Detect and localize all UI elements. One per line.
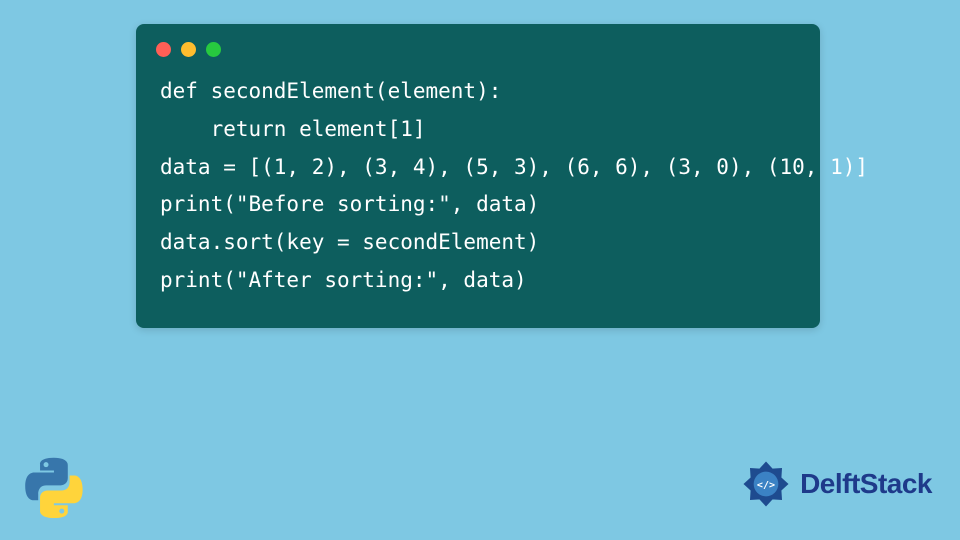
brand-name: DelftStack [800,468,932,500]
code-editor-window: def secondElement(element): return eleme… [136,24,820,328]
window-controls [136,24,820,67]
code-line: data = [(1, 2), (3, 4), (5, 3), (6, 6), … [160,149,796,187]
code-content: def secondElement(element): return eleme… [136,67,820,300]
code-line: return element[1] [160,111,796,149]
python-logo-icon [22,456,86,520]
code-line: print("Before sorting:", data) [160,186,796,224]
delftstack-logo: </> DelftStack [738,456,932,512]
svg-text:</>: </> [757,480,775,491]
delftstack-badge-icon: </> [738,456,794,512]
code-line: print("After sorting:", data) [160,262,796,300]
maximize-icon[interactable] [206,42,221,57]
minimize-icon[interactable] [181,42,196,57]
code-line: data.sort(key = secondElement) [160,224,796,262]
close-icon[interactable] [156,42,171,57]
code-line: def secondElement(element): [160,73,796,111]
